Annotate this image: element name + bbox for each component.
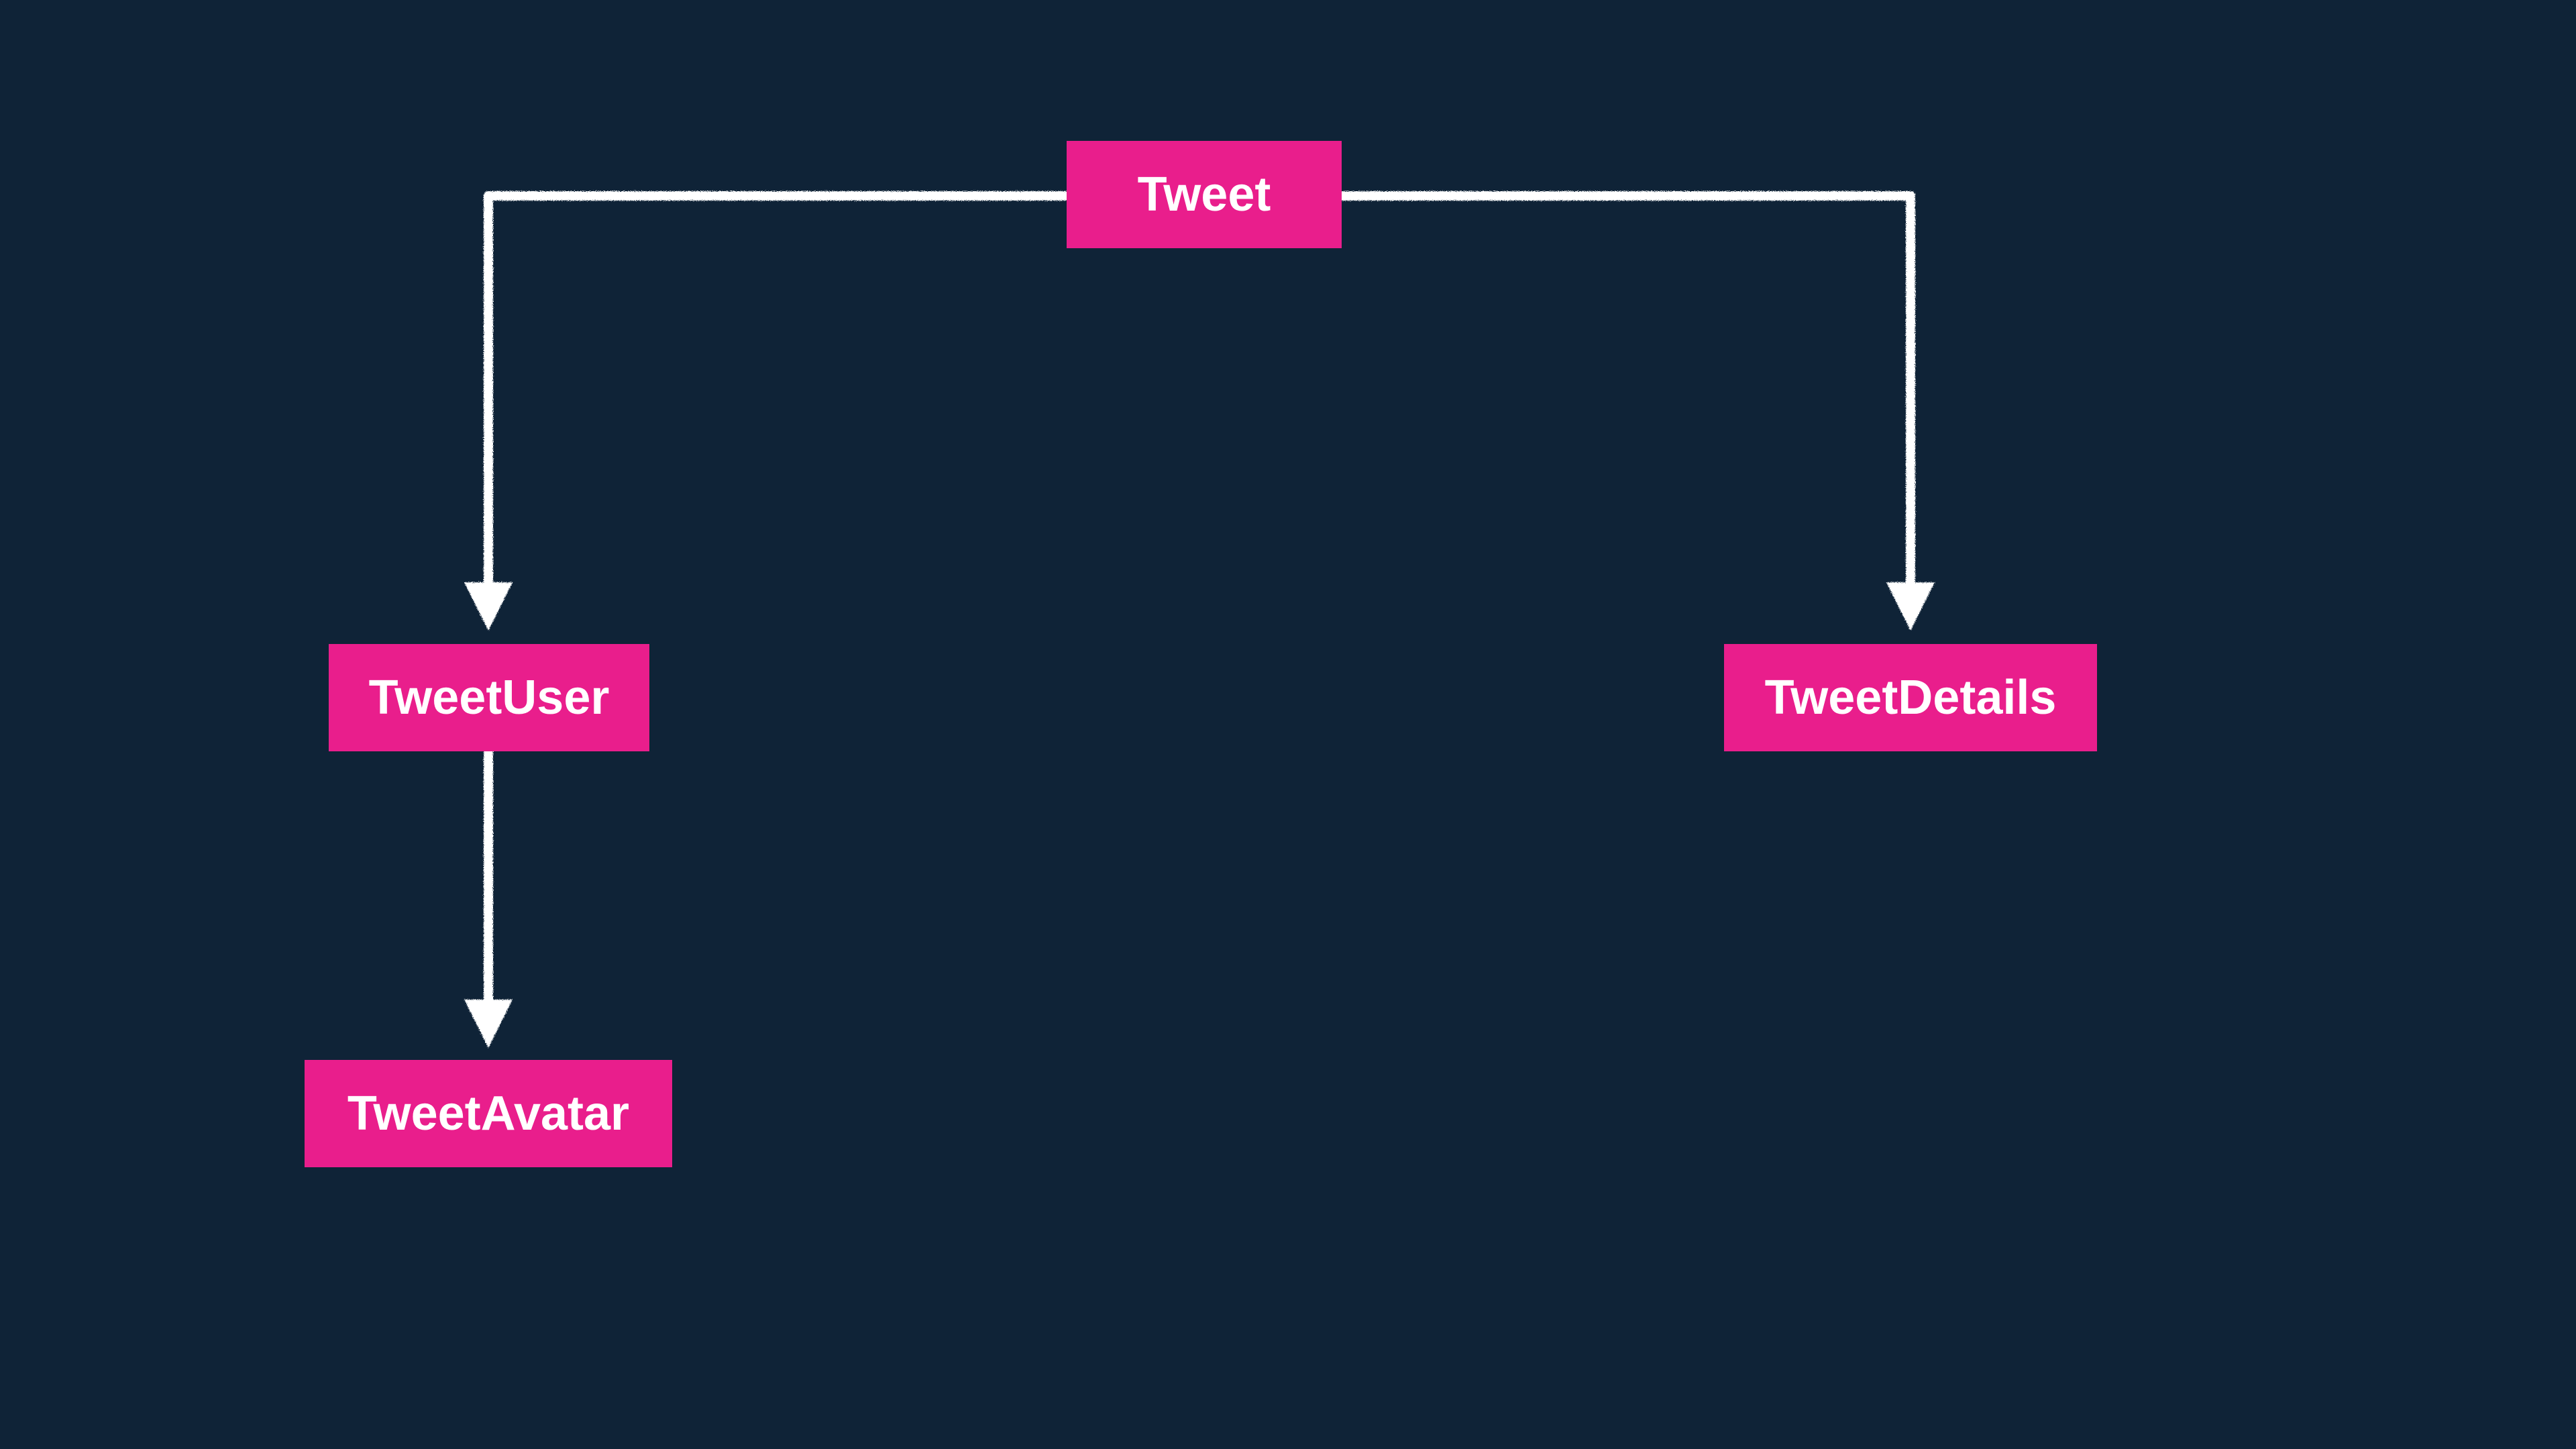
- node-tweet-user: TweetUser: [329, 644, 649, 751]
- diagram-canvas: Tweet TweetUser TweetDetails TweetAvatar: [0, 0, 2576, 1449]
- node-tweet-avatar: TweetAvatar: [305, 1060, 672, 1167]
- arrowhead-icon: [1886, 582, 1935, 631]
- arrowhead-icon: [464, 1000, 513, 1048]
- node-tweet: Tweet: [1067, 141, 1342, 248]
- node-label: TweetAvatar: [347, 1086, 629, 1141]
- node-label: TweetDetails: [1765, 670, 2057, 725]
- node-tweet-details: TweetDetails: [1724, 644, 2097, 751]
- arrowhead-icon: [464, 582, 513, 631]
- node-label: Tweet: [1138, 167, 1271, 222]
- node-label: TweetUser: [369, 670, 610, 725]
